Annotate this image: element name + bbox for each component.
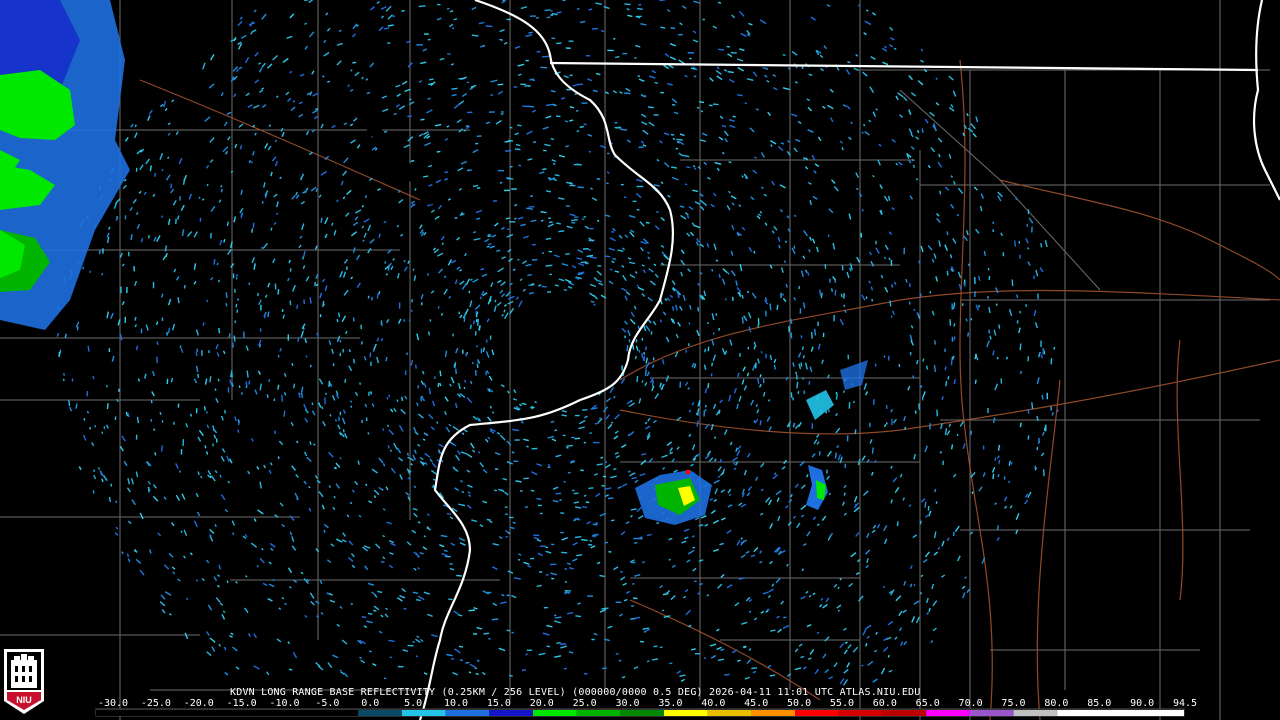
scale-tick-label: 55.0 [829, 698, 854, 709]
color-bar-segment [489, 710, 533, 716]
color-bar-segment [926, 710, 970, 716]
scale-tick-label: 10.0 [443, 698, 469, 709]
scale-tick-label: 35.0 [658, 698, 683, 709]
reflectivity-scale-labels: -30.0 -25.0 -20.0 -15.0 -10.0 -5.0 0.0 5.0 10.0 1… [0, 698, 1280, 709]
color-bar-segment [445, 710, 490, 716]
color-bar-segment [751, 710, 796, 716]
scale-tick-label: 80.0 [1044, 698, 1069, 709]
color-bar-segment [1013, 710, 1058, 716]
scale-tick-label: 85.0 [1087, 698, 1112, 709]
color-bar-segment [707, 710, 752, 716]
product-caption: KDVN LONG RANGE BASE REFLECTIVITY (0.25K… [230, 687, 921, 698]
scale-tick-label: -15.0 [226, 698, 257, 709]
scale-tick-label: 60.0 [872, 698, 897, 709]
scale-tick-label: -5.0 [315, 698, 340, 709]
scale-tick-label: -25.0 [140, 698, 171, 709]
scale-tick-label: -30.0 [97, 698, 129, 709]
color-bar-segment [401, 710, 446, 716]
color-bar-segment [620, 710, 665, 716]
scale-tick-label: 45.0 [744, 698, 769, 709]
scale-tick-label: 90.0 [1130, 698, 1155, 709]
scale-tick-label: 50.0 [787, 698, 812, 709]
reflectivity-color-bar [95, 708, 1185, 717]
color-bar-segment [838, 710, 883, 716]
color-bar-segment [795, 710, 839, 716]
radar-map [0, 0, 1280, 720]
scale-tick-label: 25.0 [572, 698, 597, 709]
scale-tick-label: 70.0 [958, 698, 983, 709]
color-bar-segment [1057, 710, 1184, 716]
scale-tick-label: 75.0 [1001, 698, 1026, 709]
scale-tick-label: 15.0 [486, 698, 511, 709]
scale-tick-label: 30.0 [615, 698, 640, 709]
scale-tick-label: -10.0 [269, 698, 300, 709]
color-bar-segment [96, 710, 359, 716]
scale-tick-label: 5.0 [404, 698, 423, 709]
color-bar-segment [882, 710, 927, 716]
scale-tick-label: -20.0 [183, 698, 214, 709]
scale-tick-label: 0.0 [361, 698, 380, 709]
color-bar-segment [969, 710, 1014, 716]
scale-tick-label: 40.0 [701, 698, 726, 709]
color-bar-segment [532, 710, 577, 716]
color-bar-segment [576, 710, 621, 716]
scale-tick-label: 65.0 [915, 698, 940, 709]
scale-tick-label: 20.0 [529, 698, 554, 709]
color-bar-segment [358, 710, 402, 716]
color-bar-segment [664, 710, 708, 716]
scale-tick-label: 94.5 [1172, 698, 1198, 709]
